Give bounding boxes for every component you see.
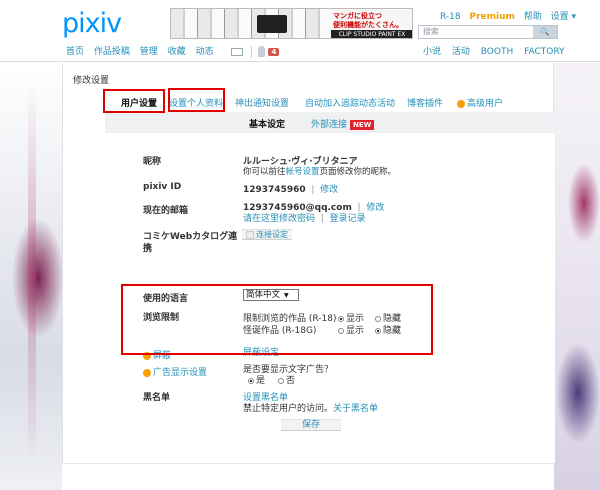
nav-home[interactable]: 首页 <box>66 47 84 57</box>
nav-factory[interactable]: FACTORY <box>524 47 564 57</box>
top-links: R-18 Premium 帮助 设置 ▾ <box>440 9 582 22</box>
nav-feed[interactable]: 动态 <box>196 47 214 57</box>
tab-blog-plugin[interactable]: 博客插件 <box>407 96 443 109</box>
notification-count[interactable]: 4 <box>268 47 280 56</box>
site-header: pixiv マンガに役立つ 便利機能がたくさん。 CLIP STUDIO PAI… <box>0 0 600 62</box>
highlight-profile-tab <box>168 88 225 112</box>
premium-icon <box>457 99 465 108</box>
account-settings-link[interactable]: 帐号设置 <box>286 167 320 177</box>
ads-no-radio[interactable] <box>278 377 284 384</box>
nav-divider <box>251 45 253 58</box>
nav-events[interactable]: 活动 <box>452 47 470 57</box>
about-blacklist-link[interactable]: 关于黑名单 <box>333 404 378 414</box>
change-password-link[interactable]: 请在这里修改密码 <box>243 214 315 224</box>
ads-no-option[interactable]: 否 <box>278 373 295 386</box>
blacklist-desc: 禁止特定用户的访问。关于黑名单 <box>243 401 378 414</box>
highlight-user-settings-tab <box>103 89 165 113</box>
page-title: 修改设置 <box>73 76 110 86</box>
ads-label-text: 广告显示设置 <box>153 368 208 378</box>
nav-booth[interactable]: BOOTH <box>481 47 513 57</box>
connect-icon <box>246 230 254 239</box>
right-nav: 小说 活动 BOOTH FACTORY <box>423 44 573 57</box>
ads-yes-text: 是 <box>256 376 266 386</box>
search-button[interactable]: 🔍 <box>533 26 557 38</box>
background-art-right <box>554 63 600 490</box>
blacklist-desc-text: 禁止特定用户的访问。 <box>243 404 334 414</box>
ads-icon <box>143 368 151 377</box>
comike-label-1: コミケWebカタログ連 <box>143 232 238 242</box>
email-edit-link[interactable]: 修改 <box>366 203 384 213</box>
nav-manage[interactable]: 管理 <box>140 47 158 57</box>
connect-settings-button[interactable]: 连接设定 <box>242 229 292 240</box>
ad-banner[interactable]: マンガに役立つ 便利機能がたくさん。 CLIP STUDIO PAINT EX <box>170 8 413 39</box>
nav-submit[interactable]: 作品投稿 <box>94 47 130 57</box>
nav-novel[interactable]: 小说 <box>423 47 441 57</box>
pixiv-id-value: 1293745960 <box>243 185 306 195</box>
new-badge: NEW <box>350 120 375 130</box>
subtab-basic[interactable]: 基本设定 <box>249 117 285 130</box>
ads-yes-option[interactable]: 是 <box>248 373 265 386</box>
ads-yes-radio[interactable] <box>248 377 254 384</box>
tab-premium-label: 高级用户 <box>467 99 504 109</box>
ads-no-text: 否 <box>286 376 296 386</box>
tab-auto-follow[interactable]: 自动加入追踪动态活动 <box>305 96 395 109</box>
nickname-hint-pre: 你可以前往 <box>243 167 286 177</box>
page-footer-area <box>62 463 554 490</box>
pixiv-id-edit-link[interactable]: 修改 <box>320 185 338 195</box>
mail-icon[interactable] <box>231 47 244 56</box>
r18-link[interactable]: R-18 <box>440 12 461 22</box>
banner-text-3: CLIP STUDIO PAINT EX <box>331 30 412 38</box>
email-label: 现在的邮箱 <box>143 206 189 216</box>
login-history-link[interactable]: 登录记录 <box>330 214 366 224</box>
banner-manga-art <box>171 9 331 38</box>
notification-icon[interactable] <box>258 46 266 57</box>
connect-settings-label: 连接设定 <box>256 230 288 239</box>
tab-notifications[interactable]: 神出通知设置 <box>235 96 289 109</box>
pixiv-id-label: pixiv ID <box>143 182 182 192</box>
nickname-label: 昵称 <box>143 157 162 167</box>
help-link[interactable]: 帮助 <box>524 12 542 22</box>
settings-panel: 修改设置 用户设置 设置个人资料 神出通知设置 自动加入追踪动态活动 博客插件 … <box>62 63 555 463</box>
subtab-external[interactable]: 外部连接 NEW <box>311 117 375 130</box>
highlight-language-restrictions <box>121 284 433 355</box>
settings-menu[interactable]: 设置 ▾ <box>551 12 576 22</box>
tab-premium[interactable]: 高级用户 <box>457 96 503 109</box>
pixiv-id-row: 1293745960 | 修改 <box>243 185 339 195</box>
nickname-hint: 你可以前往帐号设置页面修改你的昵称。 <box>243 165 396 177</box>
sub-tabs: 基本设定 外部连接 NEW <box>105 112 555 133</box>
main-nav: 首页 作品投稿 管理 收藏 动态 4 <box>66 44 280 58</box>
background-art-left <box>0 63 62 490</box>
subtab-external-label: 外部连接 <box>311 120 348 130</box>
save-button[interactable]: 保存 <box>281 419 341 431</box>
ads-label[interactable]: 广告显示设置 <box>143 365 207 378</box>
nav-bookmarks[interactable]: 收藏 <box>168 47 186 57</box>
password-row: 请在这里修改密码 | 登录记录 <box>243 214 366 224</box>
search-icon: 🔍 <box>540 28 550 36</box>
nickname-hint-post: 页面修改你的昵称。 <box>319 167 397 177</box>
banner-text-2: 便利機能がたくさん。 <box>333 21 403 29</box>
pixiv-logo[interactable]: pixiv <box>62 8 122 39</box>
comike-label-2: 携 <box>143 244 153 254</box>
blacklist-label: 黑名单 <box>143 393 171 403</box>
premium-link[interactable]: Premium <box>469 12 514 22</box>
